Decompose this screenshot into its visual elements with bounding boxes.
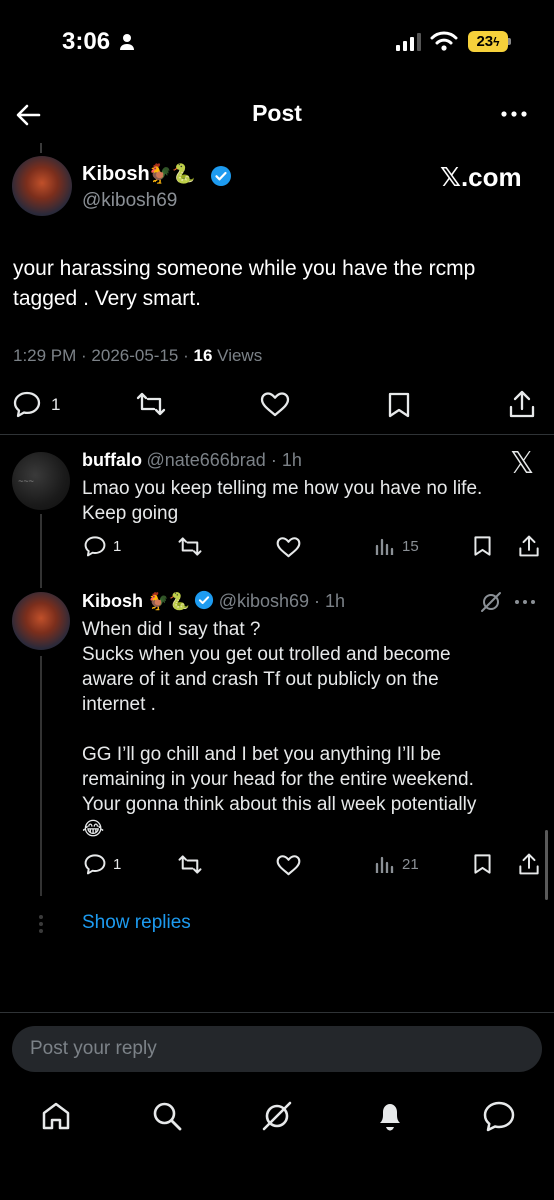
- reply-actions: 1 15: [0, 533, 554, 563]
- author-handle[interactable]: @kibosh69: [82, 190, 177, 212]
- reply-handle-time[interactable]: @nate666brad · 1h: [146, 450, 301, 470]
- reply-header: Kibosh 🐓🐍 @kibosh69 · 1h: [82, 590, 345, 612]
- avatar[interactable]: ~~~: [12, 452, 70, 510]
- share-icon[interactable]: [518, 852, 540, 876]
- avatar-scribble: ~~~: [18, 476, 34, 486]
- author-emoji: 🐓🐍: [148, 164, 196, 185]
- avatar[interactable]: [12, 156, 72, 216]
- reply-text-line: When did I say that ?: [82, 619, 261, 640]
- like-icon[interactable]: [276, 854, 301, 876]
- page-title: Post: [252, 100, 302, 126]
- reply-text-line: Lmao you keep telling me how you have no…: [82, 478, 483, 499]
- reply-text-line: Keep going: [82, 503, 179, 524]
- watermark: 𝕏.com: [440, 162, 522, 192]
- signal-icon: [396, 33, 421, 51]
- views-count: 21: [402, 856, 419, 873]
- reply-handle-time[interactable]: @kibosh69 · 1h: [219, 591, 345, 611]
- like-icon[interactable]: [260, 391, 290, 417]
- battery-level: 23: [476, 33, 494, 50]
- reply-text-line: GG I’ll go chill and I bet you anything …: [82, 744, 442, 765]
- notifications-bell-icon[interactable]: [374, 1099, 406, 1133]
- views-count: 15: [402, 538, 419, 555]
- bookmark-icon[interactable]: [472, 853, 493, 875]
- share-icon[interactable]: [508, 389, 536, 419]
- views-count: 16: [193, 346, 213, 365]
- reply-icon[interactable]: [83, 853, 107, 875]
- reply-text-line: remaining in your head for the entire we…: [82, 769, 474, 790]
- reply-count: 1: [113, 856, 122, 873]
- grok-icon[interactable]: [480, 591, 502, 613]
- views-chart-icon[interactable]: [375, 537, 395, 555]
- reply-header: buffalo @nate666brad · 1h: [82, 450, 302, 471]
- share-icon[interactable]: [518, 534, 540, 558]
- divider: [0, 434, 554, 435]
- show-replies-link[interactable]: Show replies: [82, 912, 191, 934]
- reply-author-name[interactable]: buffalo: [82, 450, 142, 470]
- verified-badge-icon: [195, 590, 214, 610]
- home-icon[interactable]: [40, 1101, 72, 1131]
- post-actions: 1: [0, 389, 554, 419]
- reply-icon[interactable]: [83, 535, 107, 557]
- post-meta: 1:29 PM · 2026-05-15 · 16 Views: [13, 346, 262, 366]
- reply-actions: 1 21: [0, 851, 554, 881]
- reply-count: 1: [51, 395, 61, 414]
- reply-text-line: Your gonna think about this all week pot…: [82, 794, 477, 815]
- scrollbar[interactable]: [545, 830, 548, 900]
- status-time: 3:06: [62, 28, 111, 55]
- author-emoji: 🐓🐍: [147, 592, 190, 611]
- battery-tip: [508, 38, 511, 45]
- like-icon[interactable]: [276, 536, 301, 558]
- reply-text-line: internet .: [82, 694, 156, 715]
- grok-icon[interactable]: [261, 1100, 293, 1132]
- views-chart-icon[interactable]: [375, 855, 395, 873]
- author-name[interactable]: Kibosh: [82, 163, 150, 186]
- reply-count: 1: [113, 538, 122, 555]
- avatar[interactable]: [12, 592, 70, 650]
- charging-icon: ϟ: [493, 34, 500, 49]
- reply-text-line: aware of it and crash Tf out publicly on…: [82, 669, 439, 690]
- post-timestamp: 1:29 PM · 2026-05-15 ·: [13, 346, 189, 365]
- repost-icon[interactable]: [177, 854, 203, 875]
- search-icon[interactable]: [151, 1100, 183, 1132]
- dotted-thread-icon: [39, 915, 43, 933]
- bookmark-icon[interactable]: [386, 391, 412, 419]
- repost-icon[interactable]: [177, 536, 203, 557]
- more-options-icon[interactable]: [514, 598, 536, 606]
- post-text-line: your harassing someone while you have th…: [13, 257, 476, 280]
- reply-input-placeholder: Post your reply: [30, 1038, 157, 1059]
- views-label: Views: [217, 346, 263, 365]
- reply-text: Lmao you keep telling me how you have no…: [82, 476, 532, 526]
- reply-author-name[interactable]: Kibosh: [82, 591, 143, 611]
- verified-badge-icon: [211, 166, 231, 186]
- post-text-line: tagged . Very smart.: [13, 287, 201, 310]
- divider: [0, 1012, 554, 1013]
- battery-indicator: 23 ϟ: [468, 31, 508, 52]
- messages-icon[interactable]: [482, 1100, 516, 1132]
- reply-icon[interactable]: [12, 390, 42, 418]
- bookmark-icon[interactable]: [472, 535, 493, 557]
- reply-text-line: 😂: [82, 819, 105, 840]
- repost-icon[interactable]: [135, 391, 167, 417]
- reply-text: When did I say that ? Sucks when you get…: [82, 617, 537, 842]
- reply-text-line: [82, 717, 537, 742]
- wifi-icon: [430, 31, 458, 51]
- reply-text-line: Sucks when you get out trolled and becom…: [82, 644, 451, 665]
- post-text: your harassing someone while you have th…: [13, 254, 543, 314]
- person-icon: [120, 34, 134, 50]
- more-options-icon[interactable]: [500, 104, 528, 124]
- thread-line: [40, 143, 42, 153]
